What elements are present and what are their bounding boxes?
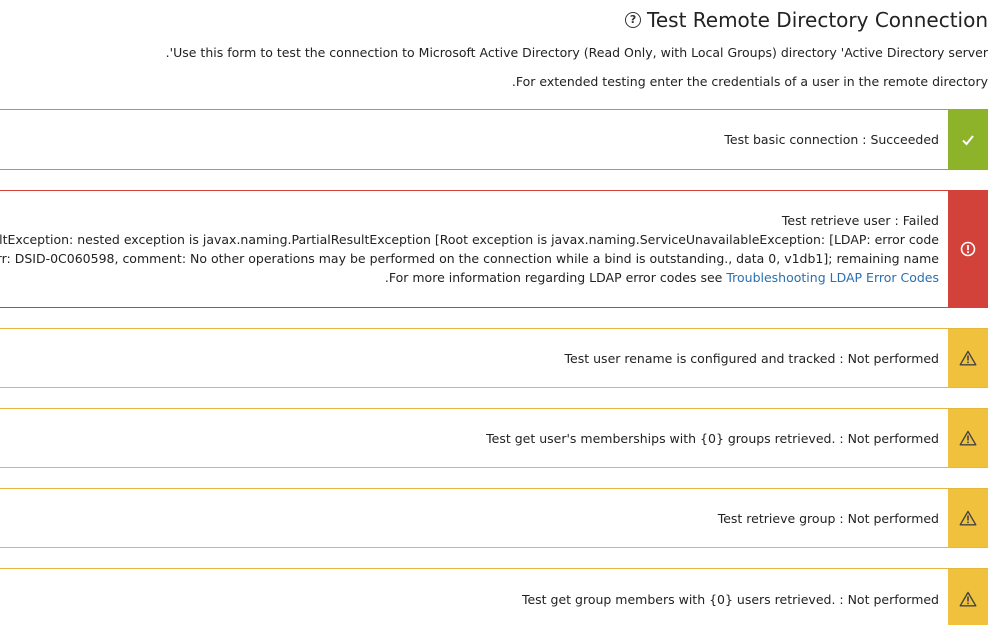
more-info-prefix: For more information regarding LDAP erro… bbox=[388, 270, 723, 285]
warning-icon bbox=[959, 510, 977, 526]
help-circle-icon[interactable]: ? bbox=[625, 12, 642, 28]
success-badge bbox=[948, 110, 988, 169]
more-info-line: .For more information regarding LDAP err… bbox=[385, 268, 939, 287]
warning-icon bbox=[959, 350, 977, 366]
test-result-label: Test retrieve group : Not performed bbox=[717, 510, 939, 526]
checkmark-icon bbox=[962, 134, 974, 145]
warning-badge bbox=[948, 409, 988, 467]
test-result-retrieve-user: Test retrieve user : Failed org.springfr… bbox=[0, 190, 988, 308]
test-result-group-members: Test get group members with {0} users re… bbox=[0, 568, 988, 625]
error-detail-line: 1 - 00002024: LdapErr: DSID-0C060598, co… bbox=[0, 251, 939, 266]
error-circle-icon bbox=[960, 241, 976, 257]
warning-icon bbox=[959, 430, 977, 446]
test-result-label: Test get group members with {0} users re… bbox=[521, 591, 939, 607]
error-detail-line: org.springframework.ldap.PartialResultEx… bbox=[0, 232, 939, 247]
test-result-label: Test basic connection : Succeeded bbox=[724, 132, 939, 147]
page-title: Test Remote Directory Connection bbox=[647, 8, 988, 32]
test-result-retrieve-group: Test retrieve group : Not performed bbox=[0, 488, 988, 548]
page-header: ? Test Remote Directory Connection bbox=[625, 8, 988, 32]
test-result-user-memberships: Test get user's memberships with {0} gro… bbox=[0, 408, 988, 468]
intro-text: Use this form to test the connection to … bbox=[165, 45, 988, 60]
test-result-label: Test user rename is configured and track… bbox=[564, 350, 939, 366]
test-result-user-rename: Test user rename is configured and track… bbox=[0, 328, 988, 388]
error-badge bbox=[948, 191, 988, 307]
warning-badge bbox=[948, 489, 988, 547]
test-result-label: Test get user's memberships with {0} gro… bbox=[486, 430, 939, 446]
test-connection-page: ? Test Remote Directory Connection Use t… bbox=[0, 0, 998, 625]
intro-hint: For extended testing enter the credentia… bbox=[511, 74, 988, 89]
warning-badge bbox=[948, 329, 988, 387]
test-result-basic-connection: Test basic connection : Succeeded bbox=[0, 109, 988, 170]
troubleshooting-ldap-link[interactable]: Troubleshooting LDAP Error Codes bbox=[726, 270, 939, 285]
test-result-label: Test retrieve user : Failed bbox=[781, 213, 939, 228]
warning-badge bbox=[948, 569, 988, 625]
warning-icon bbox=[959, 591, 977, 607]
